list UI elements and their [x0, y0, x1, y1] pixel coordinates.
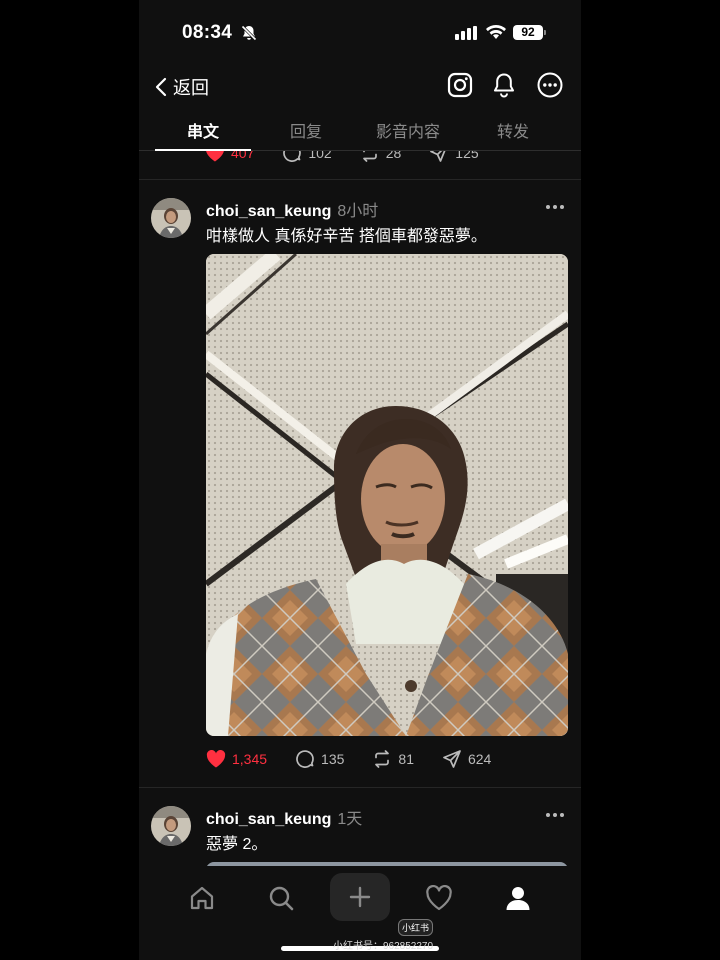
status-time: 08:34 — [182, 22, 233, 43]
post-header: choi_san_keung 8小时 — [206, 197, 378, 221]
top-header: 返回 — [139, 64, 581, 108]
post-photo[interactable] — [206, 254, 568, 736]
repost-icon — [375, 750, 390, 768]
comment-button[interactable]: 102 — [282, 151, 332, 163]
previous-post-actions: 407 102 28 125 — [205, 151, 507, 163]
tab-reposts[interactable]: 转发 — [497, 118, 529, 142]
post-more-icon[interactable] — [544, 203, 566, 211]
heart-filled-icon — [206, 151, 224, 162]
post-actions: 1,345 135 81 624 — [206, 749, 519, 769]
repost-button[interactable]: 28 — [360, 151, 402, 163]
cellular-signal-icon — [455, 26, 477, 40]
like-count: 1,345 — [232, 751, 268, 767]
repost-button[interactable]: 81 — [372, 749, 414, 769]
post-header: choi_san_keung 1天 — [206, 805, 362, 829]
post-divider — [139, 787, 581, 788]
avatar[interactable] — [151, 198, 191, 238]
plus-icon — [349, 886, 371, 908]
back-button[interactable]: 返回 — [155, 74, 209, 100]
nav-profile[interactable] — [498, 880, 538, 916]
avatar-image — [151, 198, 191, 238]
more-options-icon[interactable] — [536, 71, 564, 99]
share-button[interactable]: 624 — [442, 749, 491, 769]
watermark-badge: 小红书 — [398, 919, 434, 936]
like-button[interactable]: 1,345 — [206, 750, 267, 768]
avatar[interactable] — [151, 806, 191, 846]
chevron-left-icon — [155, 77, 167, 97]
feed[interactable]: 407 102 28 125 choi_san_keung 8小时 咁樣做人 真… — [139, 151, 581, 866]
repost-count: 81 — [398, 751, 414, 767]
post-divider — [139, 179, 581, 180]
nav-home[interactable] — [182, 880, 222, 916]
comment-icon — [283, 151, 302, 162]
battery-level: 92 — [513, 25, 543, 40]
tab-replies[interactable]: 回复 — [290, 118, 322, 142]
send-icon — [430, 151, 446, 162]
wifi-icon — [486, 25, 506, 39]
post-text: 咁樣做人 真係好辛苦 搭個車都發惡夢。 — [206, 228, 487, 245]
avatar-image — [151, 806, 191, 846]
heart-filled-icon — [206, 750, 226, 768]
profile-tabs: 串文 回复 影音内容 转发 — [139, 112, 581, 151]
comment-icon — [296, 750, 314, 768]
username[interactable]: choi_san_keung — [206, 811, 331, 828]
search-icon — [269, 886, 294, 911]
comment-count: 102 — [308, 151, 332, 161]
nav-activity[interactable] — [419, 880, 459, 916]
bell-muted-icon — [241, 25, 257, 41]
post-text: 惡夢 2。 — [206, 836, 268, 853]
tab-media[interactable]: 影音内容 — [376, 118, 440, 142]
instagram-icon[interactable] — [446, 71, 474, 99]
repost-count: 28 — [385, 151, 402, 161]
home-icon — [190, 886, 214, 910]
share-count: 125 — [455, 151, 479, 161]
share-count: 624 — [467, 751, 492, 767]
comment-count: 135 — [321, 751, 345, 767]
status-bar: 08:34 92 — [139, 0, 581, 64]
nav-search[interactable] — [261, 880, 301, 916]
heart-icon — [426, 885, 452, 911]
app-screen: 08:34 92 返回 串文 回复 影音内容 转发 407 102 28 125… — [139, 0, 581, 960]
post-time: 8小时 — [337, 203, 379, 220]
selfie-photo — [206, 254, 568, 736]
post-time: 1天 — [337, 811, 363, 828]
nav-create-post[interactable] — [330, 873, 390, 921]
bell-icon[interactable] — [490, 71, 518, 99]
like-button[interactable]: 407 — [205, 151, 254, 162]
back-label: 返回 — [173, 78, 209, 98]
tab-posts[interactable]: 串文 — [187, 118, 219, 142]
send-icon — [443, 750, 461, 768]
post-more-icon[interactable] — [544, 811, 566, 819]
repost-icon — [362, 151, 377, 162]
username[interactable]: choi_san_keung — [206, 203, 331, 220]
share-button[interactable]: 125 — [429, 151, 479, 163]
watermark-id: 小红书号：962852270 — [333, 941, 434, 952]
profile-icon — [506, 887, 530, 910]
comment-button[interactable]: 135 — [295, 749, 344, 769]
battery-cap — [544, 30, 546, 35]
like-count: 407 — [231, 151, 255, 161]
